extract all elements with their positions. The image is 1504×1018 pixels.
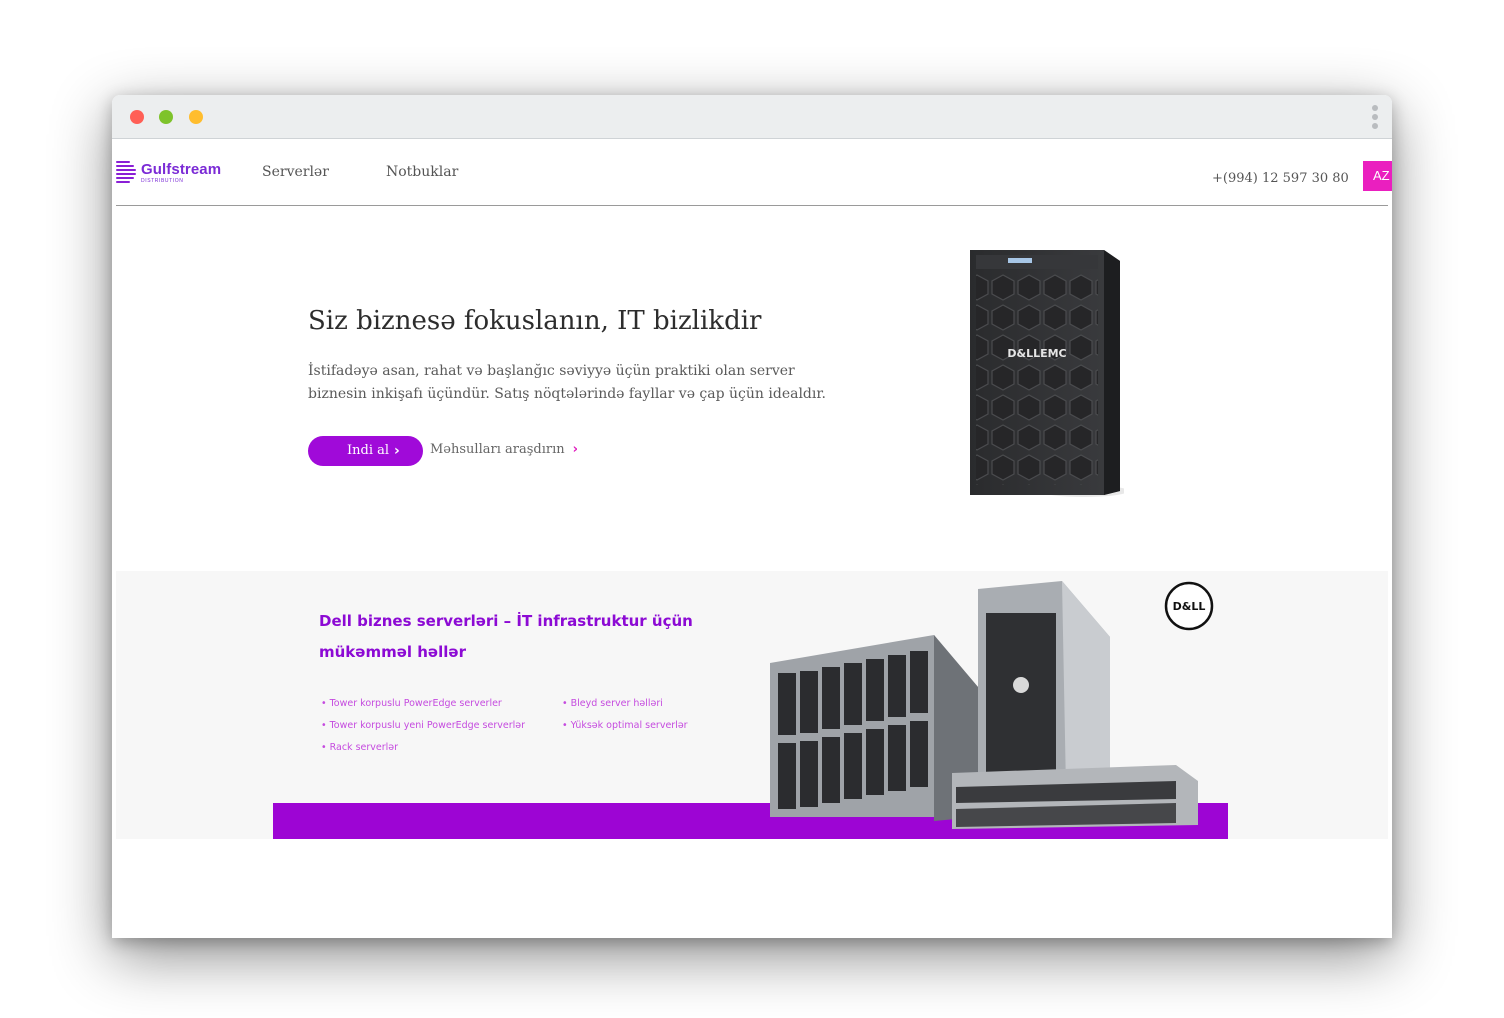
banner-title: Dell biznes serverləri – İT infrastruktu…	[319, 612, 693, 661]
buy-now-button[interactable]: Indi al ›	[308, 436, 423, 466]
feature-item: • Tower korpuslu PowerEdge serverler	[321, 698, 502, 709]
browser-window: Gulfstream DISTRIBUTION Serverlər Notbuk…	[112, 95, 1392, 938]
browser-titlebar	[112, 95, 1392, 139]
explore-products-label: Məhsulları araşdırın	[430, 442, 565, 457]
dell-logo-text: D&LL	[1173, 600, 1206, 613]
logo-mark-icon	[116, 161, 136, 185]
nav-link-servers[interactable]: Serverlər	[262, 164, 329, 180]
feature-item: • Rack serverlər	[321, 742, 399, 753]
hero-description: İstifadəyə asan, rahat və başlanğıc səvi…	[308, 363, 826, 402]
language-button[interactable]: AZ	[1363, 161, 1392, 191]
kebab-menu-icon[interactable]	[1372, 105, 1378, 129]
close-window-button[interactable]	[130, 110, 144, 124]
nav-link-notebooks[interactable]: Notbuklar	[386, 164, 458, 180]
site-header: Gulfstream DISTRIBUTION Serverlər Notbuk…	[116, 143, 1392, 206]
minimize-window-button[interactable]	[159, 110, 173, 124]
explore-products-link[interactable]: Məhsulları araşdırın ›	[430, 442, 578, 457]
hero-title: Siz biznesə fokuslanın, IT bizlikdir	[308, 306, 762, 336]
buy-now-label: Indi al	[347, 443, 390, 458]
dell-logo: D&LL	[1164, 581, 1214, 631]
gulfstream-logo[interactable]: Gulfstream DISTRIBUTION	[116, 161, 226, 189]
dell-servers-banner: Dell biznes serverləri – İT infrastruktu…	[116, 571, 1388, 839]
feature-item: • Yüksək optimal serverlər	[562, 720, 688, 731]
feature-item: • Bleyd server həlləri	[562, 698, 663, 709]
dell-server-lineup-image	[770, 581, 1198, 829]
chevron-right-icon: ›	[572, 442, 578, 457]
logo-name: Gulfstream	[141, 161, 222, 178]
chevron-right-icon: ›	[394, 443, 400, 459]
feature-item: • Tower korpuslu yeni PowerEdge serverlə…	[321, 720, 525, 731]
phone-number[interactable]: +(994) 12 597 30 80	[1212, 171, 1349, 186]
dell-emc-tower-server-image: D&LLEMC	[970, 250, 1124, 497]
logo-subtitle: DISTRIBUTION	[141, 178, 184, 184]
maximize-window-button[interactable]	[189, 110, 203, 124]
dell-emc-logo-text: D&LLEMC	[1007, 347, 1066, 360]
